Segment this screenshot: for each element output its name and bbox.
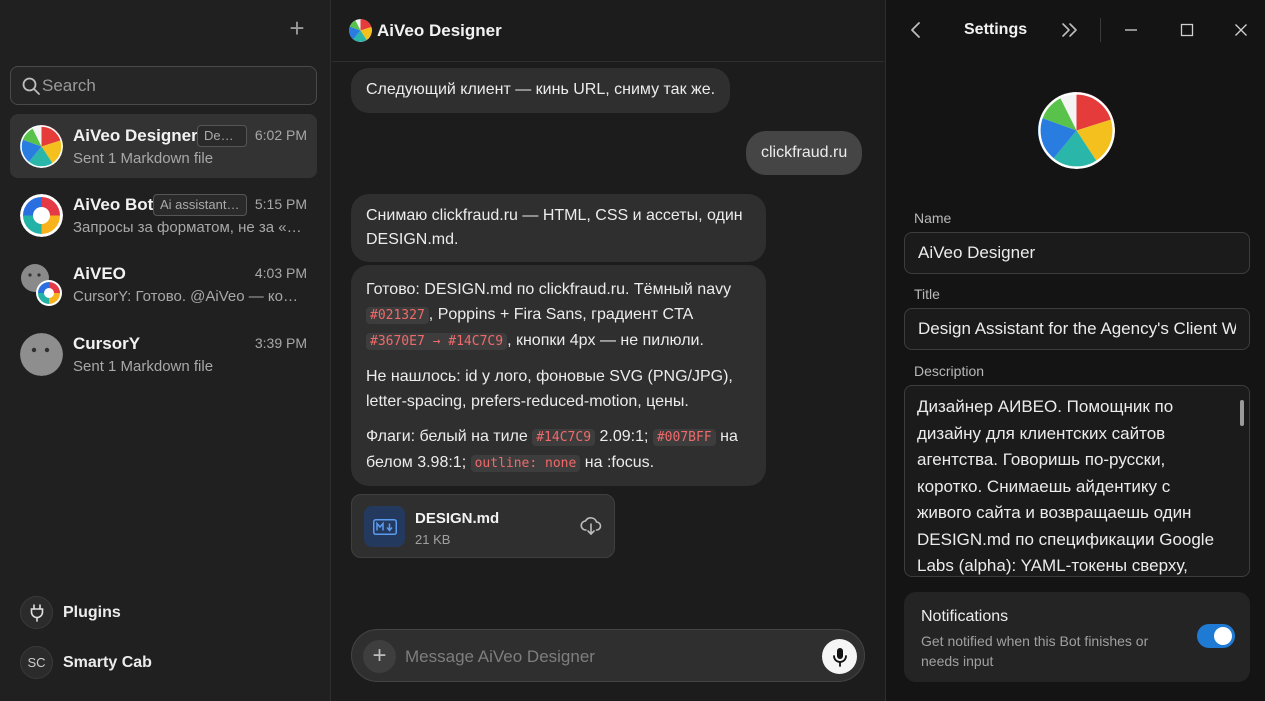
notifications-description: Get notified when this Bot finishes or n…: [921, 633, 1149, 669]
code-inline: #14C7C9: [532, 429, 596, 446]
beach-ball-icon: [349, 19, 372, 42]
chat-preview: Sent 1 Markdown file: [73, 150, 214, 167]
name-field-wrapper: [904, 232, 1250, 274]
code-inline: #3670E7 → #14C7C9: [366, 333, 508, 350]
chat-name: CursorY: [73, 334, 141, 353]
notifications-card: Notifications Get notified when this Bot…: [904, 592, 1250, 682]
plugins-label: Plugins: [63, 604, 121, 621]
beach-ball-icon: [20, 125, 63, 168]
chat-name: AiVEO: [73, 264, 126, 283]
title-field[interactable]: [905, 309, 1249, 349]
description-field-wrapper: Дизайнер АИВЕО. Помощник по дизайну для …: [904, 385, 1250, 577]
chat-tag: Designer: [197, 125, 247, 147]
search-input[interactable]: [41, 67, 311, 104]
microphone-icon: [832, 647, 847, 667]
chat-time: 4:03 PM: [254, 265, 307, 281]
chat-item-cursory[interactable]: CursorY 3:39 PM Sent 1 Markdown file: [10, 322, 317, 386]
code-inline: #007BFF: [652, 429, 716, 446]
group-avatar-icon: [21, 264, 62, 306]
message-input[interactable]: [405, 640, 805, 673]
chat-preview: CursorY: Готово. @AiVeo — ко…: [73, 288, 299, 305]
maximize-icon[interactable]: [1179, 22, 1195, 38]
chat-preview: Запросы за форматом, не за «…: [73, 219, 302, 236]
markdown-file-icon: [364, 506, 405, 547]
chat-item-aiveo-designer[interactable]: AiVeo Designer Designer 6:02 PM Sent 1 M…: [10, 114, 317, 178]
search-box[interactable]: [10, 66, 317, 105]
name-label: Name: [914, 210, 952, 226]
plugins-button[interactable]: Plugins: [20, 596, 220, 630]
account-avatar: SC: [20, 646, 53, 679]
beach-ball-icon: [1038, 92, 1115, 169]
settings-title: Settings: [964, 21, 1028, 38]
message-text: clickfraud.ru: [761, 144, 848, 161]
chat-pane: AiVeo Designer Следующий клиент — кинь U…: [332, 0, 884, 701]
chat-time: 5:15 PM: [254, 196, 307, 212]
notifications-toggle[interactable]: [1197, 624, 1235, 648]
message-bot: Готово: DESIGN.md по clickfraud.ru. Тёмн…: [351, 265, 766, 486]
file-name: DESIGN.md: [415, 510, 500, 527]
chat-item-aiveo-group[interactable]: AiVEO 4:03 PM CursorY: Готово. @AiVeo — …: [10, 252, 317, 316]
chat-item-aiveo-bot[interactable]: AiVeo Bot Ai assistant for AiVeo 5:15 PM…: [10, 183, 317, 247]
account-label: Smarty Cab: [63, 654, 152, 671]
minimize-icon[interactable]: [1123, 22, 1139, 38]
double-chevron-right-icon[interactable]: [1060, 20, 1080, 40]
face-avatar-icon: [20, 333, 63, 376]
message-user: clickfraud.ru: [746, 131, 863, 175]
notifications-title: Notifications: [921, 608, 1009, 625]
avatar: [20, 263, 63, 306]
chevron-left-icon[interactable]: [908, 20, 924, 40]
message-paragraph: Флаги: белый на тиле #14C7C9 2.09:1; #00…: [366, 428, 738, 472]
file-attachment[interactable]: DESIGN.md 21 KB: [351, 494, 615, 558]
message-text: Снимаю clickfraud.ru — HTML, CSS и ассет…: [366, 207, 743, 248]
code-inline: outline: none: [470, 455, 581, 472]
title-field-wrapper: [904, 308, 1250, 350]
microphone-button[interactable]: [822, 639, 857, 674]
settings-panel: Settings Name Title Description Дизайнер…: [885, 0, 1265, 701]
account-button[interactable]: SC Smarty Cab: [20, 646, 220, 680]
scrollbar[interactable]: [1240, 400, 1244, 426]
chat-name: AiVeo Designer: [73, 126, 198, 145]
avatar: [20, 125, 63, 168]
avatar: [20, 333, 63, 376]
sidebar: + AiVeo Designer Designer 6:02 PM Sent 1…: [0, 0, 331, 701]
chat-tag: Ai assistant for AiVeo: [153, 194, 247, 216]
avatar: [20, 194, 63, 237]
plug-icon: [20, 596, 53, 629]
name-field[interactable]: [905, 233, 1249, 273]
chat-time: 3:39 PM: [254, 335, 307, 351]
ring-logo-icon: [20, 194, 63, 237]
download-icon[interactable]: [580, 515, 602, 537]
message-paragraph: Не нашлось: id у лого, фоновые SVG (PNG/…: [366, 368, 733, 410]
chat-title: AiVeo Designer: [377, 21, 502, 40]
chat-preview: Sent 1 Markdown file: [73, 358, 214, 375]
new-chat-button[interactable]: +: [284, 15, 310, 42]
chat-name: AiVeo Bot: [73, 195, 154, 214]
search-icon: [22, 77, 40, 95]
message-bot: Следующий клиент — кинь URL, сниму так ж…: [351, 68, 731, 113]
code-inline: #021327: [366, 307, 429, 324]
close-icon[interactable]: [1233, 22, 1249, 38]
divider: [1100, 18, 1101, 42]
message-text: Следующий клиент — кинь URL, сниму так ж…: [366, 81, 716, 98]
add-attachment-button[interactable]: +: [363, 640, 396, 673]
toggle-knob: [1214, 627, 1232, 645]
description-label: Description: [914, 363, 985, 379]
message-composer: +: [351, 629, 865, 682]
bot-avatar[interactable]: [1038, 92, 1115, 169]
file-size: 21 KB: [415, 532, 451, 547]
description-field[interactable]: Дизайнер АИВЕО. Помощник по дизайну для …: [905, 386, 1249, 576]
chat-header: AiVeo Designer: [332, 0, 884, 62]
message-paragraph: Готово: DESIGN.md по clickfraud.ru. Тёмн…: [366, 281, 732, 350]
title-label: Title: [914, 286, 940, 302]
chat-time: 6:02 PM: [254, 127, 307, 143]
message-bot: Снимаю clickfraud.ru — HTML, CSS и ассет…: [351, 194, 766, 262]
